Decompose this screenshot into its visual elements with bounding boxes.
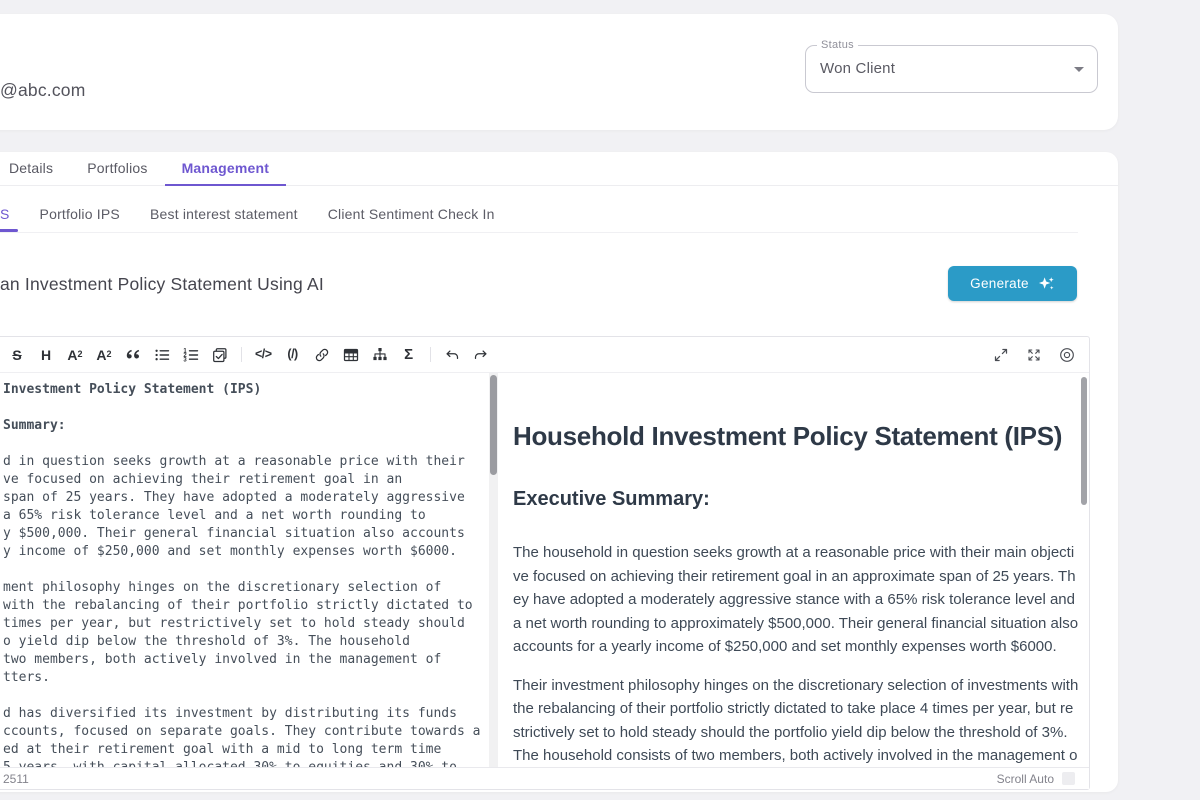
source-line: tters. <box>3 669 489 687</box>
heading-icon[interactable]: H <box>38 345 54 365</box>
char-count: 2511 <box>3 772 29 786</box>
source-line: ment philosophy hinges on the discretion… <box>3 579 489 597</box>
source-line <box>3 561 489 579</box>
toolbar-right-group <box>976 345 1075 365</box>
source-line: Summary: <box>3 417 489 435</box>
preview-paragraph: The household in question seeks growth a… <box>513 541 1079 659</box>
redo-icon[interactable] <box>473 345 489 365</box>
source-line: o yield dip below the threshold of 3%. T… <box>3 633 489 651</box>
editor-scrollbar[interactable] <box>489 373 498 769</box>
source-line: y $500,000. Their general financial situ… <box>3 525 489 543</box>
task-list-icon[interactable] <box>212 345 228 365</box>
client-email: @abc.com <box>0 80 86 101</box>
markdown-editor: SH A2 A2 123 </> (/) Σ Investment Policy State… <box>0 336 1090 790</box>
preview-pane[interactable]: Household Investment Policy Statement (I… <box>498 373 1089 769</box>
client-detail-card: DetailsPortfoliosManagement S Portfolio I… <box>0 152 1118 792</box>
dropdown-caret-icon <box>1074 67 1084 72</box>
subtab-best-interest-statement[interactable]: Best interest statement <box>150 206 298 222</box>
link-icon[interactable] <box>314 345 330 365</box>
formula-icon[interactable]: Σ <box>401 345 417 365</box>
sparkles-icon <box>1038 275 1055 292</box>
preview-icon[interactable] <box>1059 345 1075 365</box>
source-line <box>3 435 489 453</box>
source-line: span of 25 years. They have adopted a mo… <box>3 489 489 507</box>
source-line: d has diversified its investment by dist… <box>3 705 489 723</box>
tab-details[interactable]: Details <box>0 152 70 185</box>
preview-subheading: Executive Summary: <box>513 485 1079 513</box>
source-line <box>3 687 489 705</box>
subscript-icon[interactable]: A2 <box>67 345 83 365</box>
management-subtabs: S Portfolio IPS Best interest statement Cli… <box>0 187 1078 233</box>
client-header-card: @abc.com Status Won Client <box>0 14 1118 130</box>
status-select[interactable]: Status Won Client <box>805 45 1098 93</box>
source-line: y income of $250,000 and set monthly exp… <box>3 543 489 561</box>
scroll-auto-checkbox[interactable] <box>1062 772 1075 785</box>
source-line <box>3 399 489 417</box>
source-line: a 65% risk tolerance level and a net wor… <box>3 507 489 525</box>
table-icon[interactable] <box>343 345 359 365</box>
diagram-icon[interactable] <box>372 345 388 365</box>
editor-statusbar: 2511 Scroll Auto <box>0 767 1089 789</box>
main-tabs: DetailsPortfoliosManagement <box>0 152 1118 186</box>
quote-icon[interactable] <box>125 345 141 365</box>
subtab-client-sentiment-check-in[interactable]: Client Sentiment Check In <box>328 206 495 222</box>
preview-heading: Household Investment Policy Statement (I… <box>513 413 1079 459</box>
editor-toolbar: SH A2 A2 123 </> (/) Σ <box>0 337 1089 373</box>
preview-scrollbar-thumb[interactable] <box>1081 377 1087 505</box>
subtab-s[interactable]: S <box>0 206 10 222</box>
preview-paragraphs: The household in question seeks growth a… <box>513 541 1079 769</box>
source-line: d in question seeks growth at a reasonab… <box>3 453 489 471</box>
toolbar-divider <box>430 347 431 362</box>
source-line: with the rebalancing of their portfolio … <box>3 597 489 615</box>
inline-code-icon[interactable]: </> <box>255 345 272 365</box>
subtab-portfolio-ips[interactable]: Portfolio IPS <box>40 206 120 222</box>
code-block-icon[interactable]: (/) <box>285 345 301 365</box>
toolbar-left-group: SH A2 A2 123 </> (/) Σ <box>9 345 502 365</box>
source-line: ve focused on achieving their retirement… <box>3 471 489 489</box>
page-title: an Investment Policy Statement Using AI <box>0 274 324 295</box>
generate-button[interactable]: Generate <box>948 266 1077 301</box>
editor-scrollbar-thumb[interactable] <box>490 375 497 475</box>
unordered-list-icon[interactable] <box>154 345 170 365</box>
source-line: ed at their retirement goal with a mid t… <box>3 741 489 759</box>
undo-icon[interactable] <box>444 345 460 365</box>
fullscreen-icon[interactable] <box>1026 345 1042 365</box>
page-fullscreen-icon[interactable] <box>993 345 1009 365</box>
source-line: times per year, but restrictively set to… <box>3 615 489 633</box>
generate-button-label: Generate <box>970 276 1029 291</box>
svg-text:3: 3 <box>183 357 187 362</box>
toolbar-divider <box>241 347 242 362</box>
source-line: Investment Policy Statement (IPS) <box>3 381 489 399</box>
tab-management[interactable]: Management <box>165 152 287 185</box>
scroll-auto-label: Scroll Auto <box>997 772 1054 786</box>
ordered-list-icon[interactable]: 123 <box>183 345 199 365</box>
superscript-icon[interactable]: A2 <box>96 345 112 365</box>
status-select-value: Won Client <box>806 46 1097 92</box>
tab-portfolios[interactable]: Portfolios <box>70 152 164 185</box>
preview-paragraph: Their investment philosophy hinges on th… <box>513 674 1079 770</box>
strikethrough-icon[interactable]: S <box>9 345 25 365</box>
markdown-source-pane[interactable]: Investment Policy Statement (IPS) Summar… <box>1 373 489 769</box>
source-line: ccounts, focused on separate goals. They… <box>3 723 489 741</box>
editor-body: Investment Policy Statement (IPS) Summar… <box>0 373 1089 769</box>
source-line: two members, both actively involved in t… <box>3 651 489 669</box>
status-select-label: Status <box>817 39 858 51</box>
